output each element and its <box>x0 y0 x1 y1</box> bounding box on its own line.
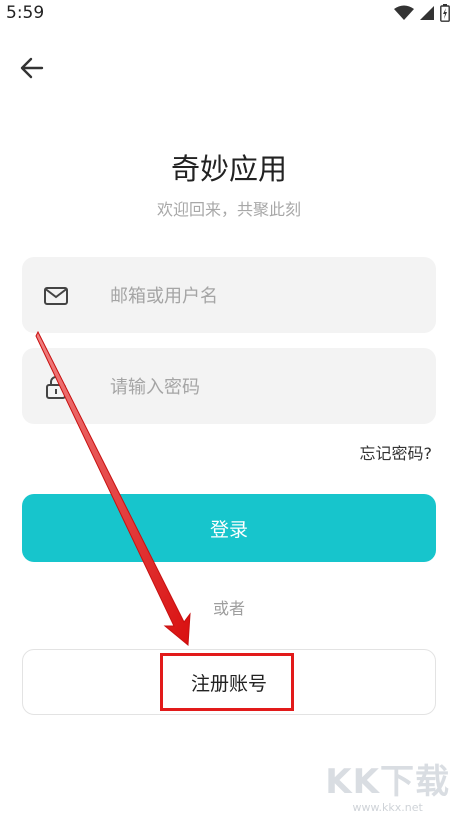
back-button[interactable] <box>14 50 50 86</box>
watermark-logo: KK下载 <box>325 762 450 802</box>
app-title: 奇妙应用 <box>170 152 287 186</box>
username-input[interactable] <box>108 257 422 335</box>
password-input[interactable] <box>108 348 422 426</box>
watermark-url: www.kkx.net <box>352 801 423 814</box>
signal-icon <box>420 6 434 20</box>
lock-icon <box>42 373 70 401</box>
password-field[interactable] <box>22 348 436 426</box>
mail-icon <box>42 282 70 310</box>
app-subtitle: 欢迎回来，共聚此刻 <box>156 200 301 219</box>
wifi-icon <box>394 5 414 20</box>
username-field[interactable] <box>22 257 436 335</box>
battery-icon <box>440 4 450 22</box>
annotation-highlight-box <box>160 653 294 711</box>
status-icons <box>394 4 450 22</box>
arrow-left-icon <box>20 57 44 79</box>
forgot-password-link[interactable]: 忘记密码? <box>360 440 433 464</box>
watermark: KK下载 www.kkx.net <box>325 765 450 814</box>
or-divider-label: 或者 <box>212 599 245 618</box>
login-button[interactable]: 登录 <box>22 494 436 562</box>
status-time: 5:59 <box>6 3 45 23</box>
status-bar: 5:59 <box>0 0 458 28</box>
